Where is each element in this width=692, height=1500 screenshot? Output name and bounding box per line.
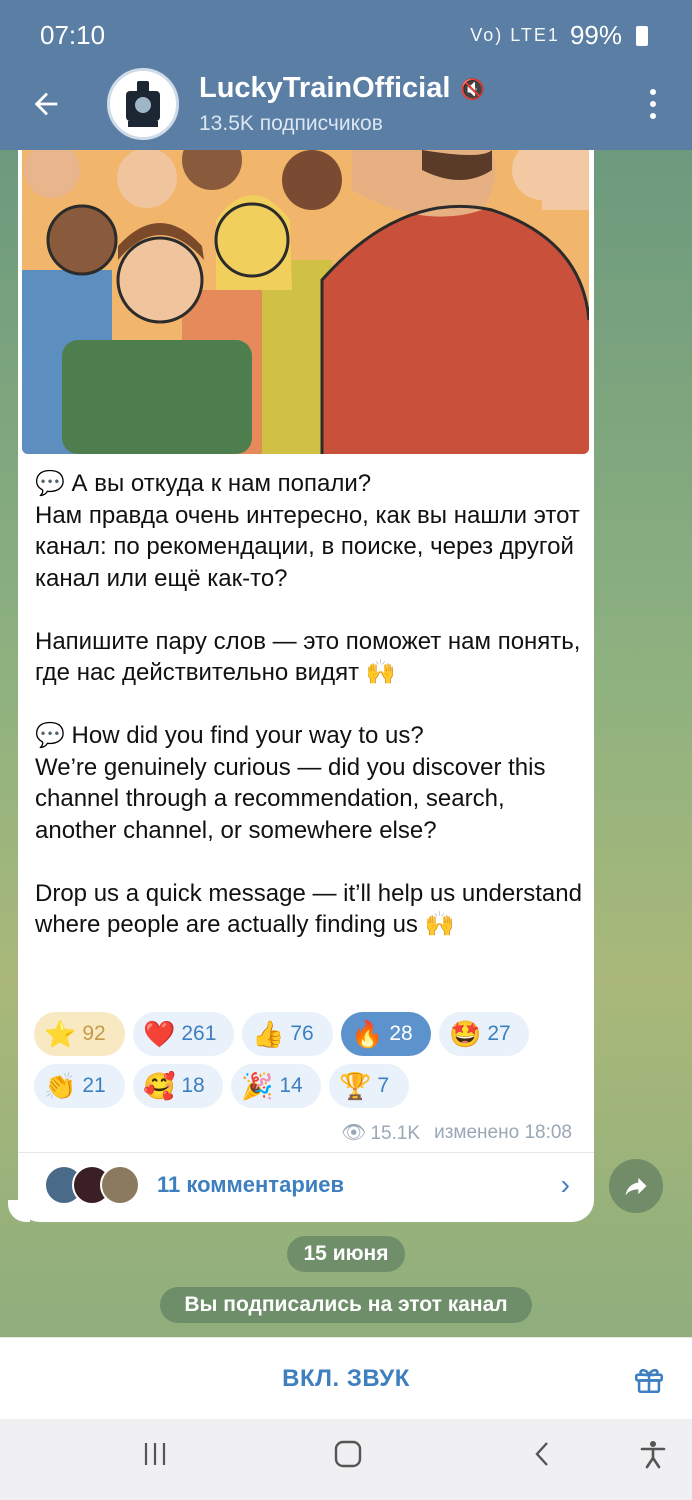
comments-label: 11 комментариев <box>157 1172 345 1197</box>
reaction-count: 28 <box>389 1022 413 1045</box>
reaction-star[interactable]: ⭐ 92 <box>34 1012 125 1056</box>
reaction-count: 27 <box>487 1022 511 1045</box>
clap-icon: 👏 <box>44 1071 77 1101</box>
reaction-row: ⭐ 92 ❤️ 261 👍 76 🔥 28 🤩 27 <box>34 1012 584 1056</box>
battery-icon <box>636 25 648 46</box>
status-time: 07:10 <box>40 20 106 50</box>
dot-icon <box>650 89 656 95</box>
recent-apps-button[interactable] <box>130 1439 180 1479</box>
star-icon: ⭐ <box>44 1019 77 1049</box>
view-count: 15.1K <box>370 1123 421 1144</box>
home-button[interactable] <box>323 1439 373 1479</box>
chevron-right-icon: › <box>560 1169 570 1200</box>
share-button[interactable] <box>609 1159 663 1213</box>
comments-button[interactable]: 11 комментариев › <box>18 1153 594 1219</box>
signal-icons: Vo) LTE1 <box>470 25 560 45</box>
post-image[interactable] <box>22 150 589 454</box>
reaction-count: 7 <box>377 1074 390 1097</box>
reaction-heart[interactable]: ❤️ 261 <box>133 1012 234 1056</box>
reaction-row: 👏 21 🥰 18 🎉 14 🏆 7 <box>34 1064 584 1108</box>
avatar <box>100 1165 140 1205</box>
reaction-clap[interactable]: 👏 21 <box>34 1064 125 1108</box>
accessibility-button[interactable] <box>628 1439 678 1479</box>
fire-icon: 🔥 <box>351 1019 384 1049</box>
battery-percent: 99% <box>569 20 622 50</box>
share-arrow-icon <box>625 1177 647 1196</box>
reactions: ⭐ 92 ❤️ 261 👍 76 🔥 28 🤩 27 👏 21 🥰 18 🎉 1… <box>34 1012 584 1116</box>
trophy-icon: 🏆 <box>339 1071 372 1101</box>
chevron-left-icon <box>535 1442 548 1466</box>
channel-avatar[interactable] <box>107 68 179 140</box>
subscriber-count: 13.5K подписчиков <box>199 112 383 135</box>
reaction-count: 14 <box>279 1074 303 1097</box>
status-right: Vo) LTE1 99% <box>470 20 648 51</box>
date-separator: 15 июня <box>287 1236 405 1272</box>
train-logo-icon <box>110 71 176 137</box>
reaction-fire[interactable]: 🔥 28 <box>341 1012 431 1056</box>
star-struck-icon: 🤩 <box>449 1019 482 1049</box>
unmute-button[interactable]: ВКЛ. ЗВУК <box>0 1338 692 1420</box>
party-popper-icon: 🎉 <box>241 1071 274 1101</box>
recents-icon <box>144 1443 166 1465</box>
home-icon <box>334 1440 362 1468</box>
commenter-avatars <box>44 1165 164 1207</box>
more-options-button[interactable] <box>638 84 668 124</box>
reaction-count: 92 <box>82 1022 106 1045</box>
system-nav-bar <box>0 1419 692 1500</box>
arrow-left-icon <box>34 92 58 116</box>
channel-title-text: LuckyTrainOfficial <box>199 72 451 104</box>
post-text: 💬 А вы откуда к нам попали? Нам правда о… <box>35 470 582 938</box>
bottom-bar: ВКЛ. ЗВУК <box>0 1337 692 1419</box>
reaction-count: 18 <box>181 1074 205 1097</box>
edited-time: изменено 18:08 <box>434 1121 572 1143</box>
channel-title[interactable]: LuckyTrainOfficial 🔇 <box>199 72 485 105</box>
smiling-hearts-icon: 🥰 <box>143 1071 176 1101</box>
reaction-smiling-hearts[interactable]: 🥰 18 <box>133 1064 223 1108</box>
accessibility-icon <box>640 1441 666 1469</box>
views: 👁 15.1K <box>341 1120 420 1145</box>
dot-icon <box>650 113 656 119</box>
thumbs-up-icon: 👍 <box>252 1019 285 1049</box>
reaction-star-struck[interactable]: 🤩 27 <box>439 1012 529 1056</box>
status-bar: 07:10 Vo) LTE1 99% <box>0 0 692 70</box>
reaction-party[interactable]: 🎉 14 <box>231 1064 321 1108</box>
post-meta: 👁 15.1K изменено 18:08 <box>341 1120 572 1145</box>
reaction-count: 261 <box>181 1022 217 1045</box>
reaction-count: 76 <box>290 1022 314 1045</box>
reaction-trophy[interactable]: 🏆 7 <box>329 1064 409 1108</box>
heart-icon: ❤️ <box>143 1019 176 1049</box>
gift-icon[interactable] <box>632 1362 666 1396</box>
reaction-thumbs-up[interactable]: 👍 76 <box>242 1012 333 1056</box>
system-message: Вы подписались на этот канал <box>160 1287 532 1323</box>
reaction-count: 21 <box>82 1074 106 1097</box>
dot-icon <box>650 101 656 107</box>
back-nav-button[interactable] <box>518 1439 568 1479</box>
eye-icon: 👁 <box>341 1122 367 1144</box>
back-button[interactable] <box>26 84 66 124</box>
crowd-illustration <box>22 150 589 454</box>
muted-icon: 🔇 <box>460 78 486 101</box>
